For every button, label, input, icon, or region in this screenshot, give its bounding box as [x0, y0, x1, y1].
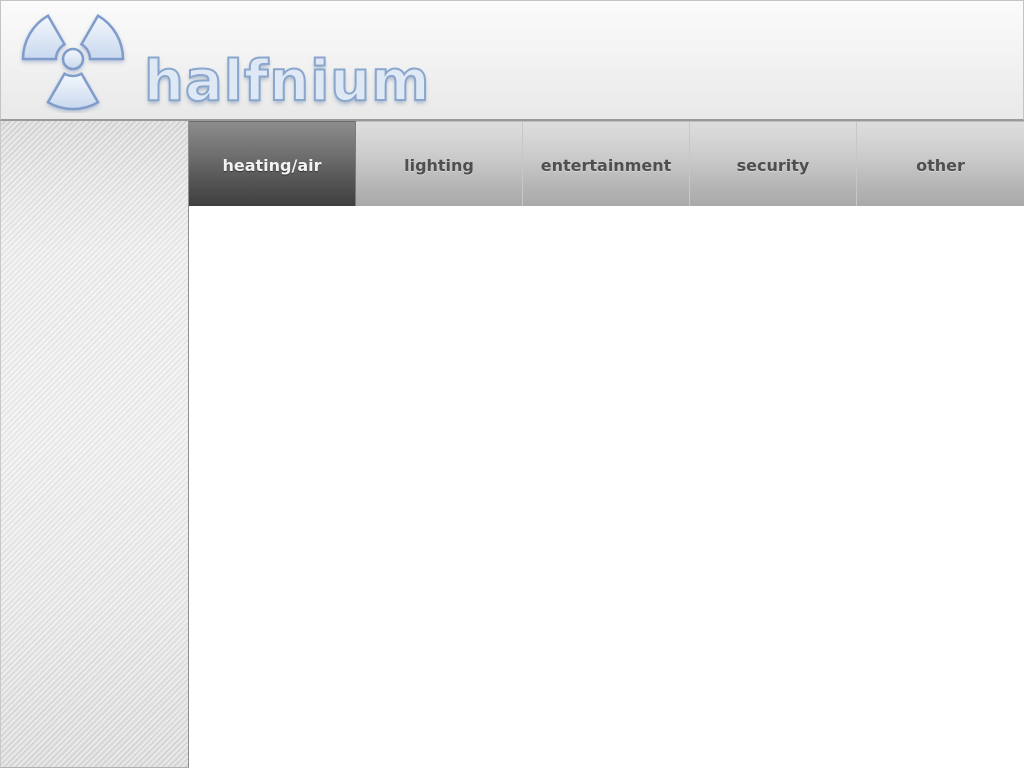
header-banner: halfnium	[0, 0, 1024, 121]
app-window: halfnium heating/air lighting entertainm…	[0, 0, 1024, 768]
tab-lighting[interactable]: lighting	[356, 121, 523, 206]
main-content-area	[189, 206, 1024, 768]
tab-heating-air[interactable]: heating/air	[189, 121, 356, 206]
sidebar-panel	[0, 121, 189, 768]
trefoil-center	[61, 47, 85, 71]
tab-label: entertainment	[540, 155, 672, 175]
tab-label: other	[916, 155, 965, 175]
trefoil-blade	[79, 13, 125, 61]
tab-label: heating/air	[222, 155, 322, 175]
category-tab-bar: heating/air lighting entertainment secur…	[189, 121, 1024, 206]
tab-security[interactable]: security	[690, 121, 857, 206]
radiation-trefoil-icon	[21, 13, 125, 111]
tab-entertainment[interactable]: entertainment	[523, 121, 690, 206]
tab-label: lighting	[404, 155, 474, 175]
trefoil-blade	[21, 13, 67, 61]
tab-other[interactable]: other	[857, 121, 1024, 206]
tab-label: security	[736, 155, 810, 175]
app-logo-wordmark: halfnium	[143, 48, 431, 115]
trefoil-blade	[46, 72, 100, 111]
